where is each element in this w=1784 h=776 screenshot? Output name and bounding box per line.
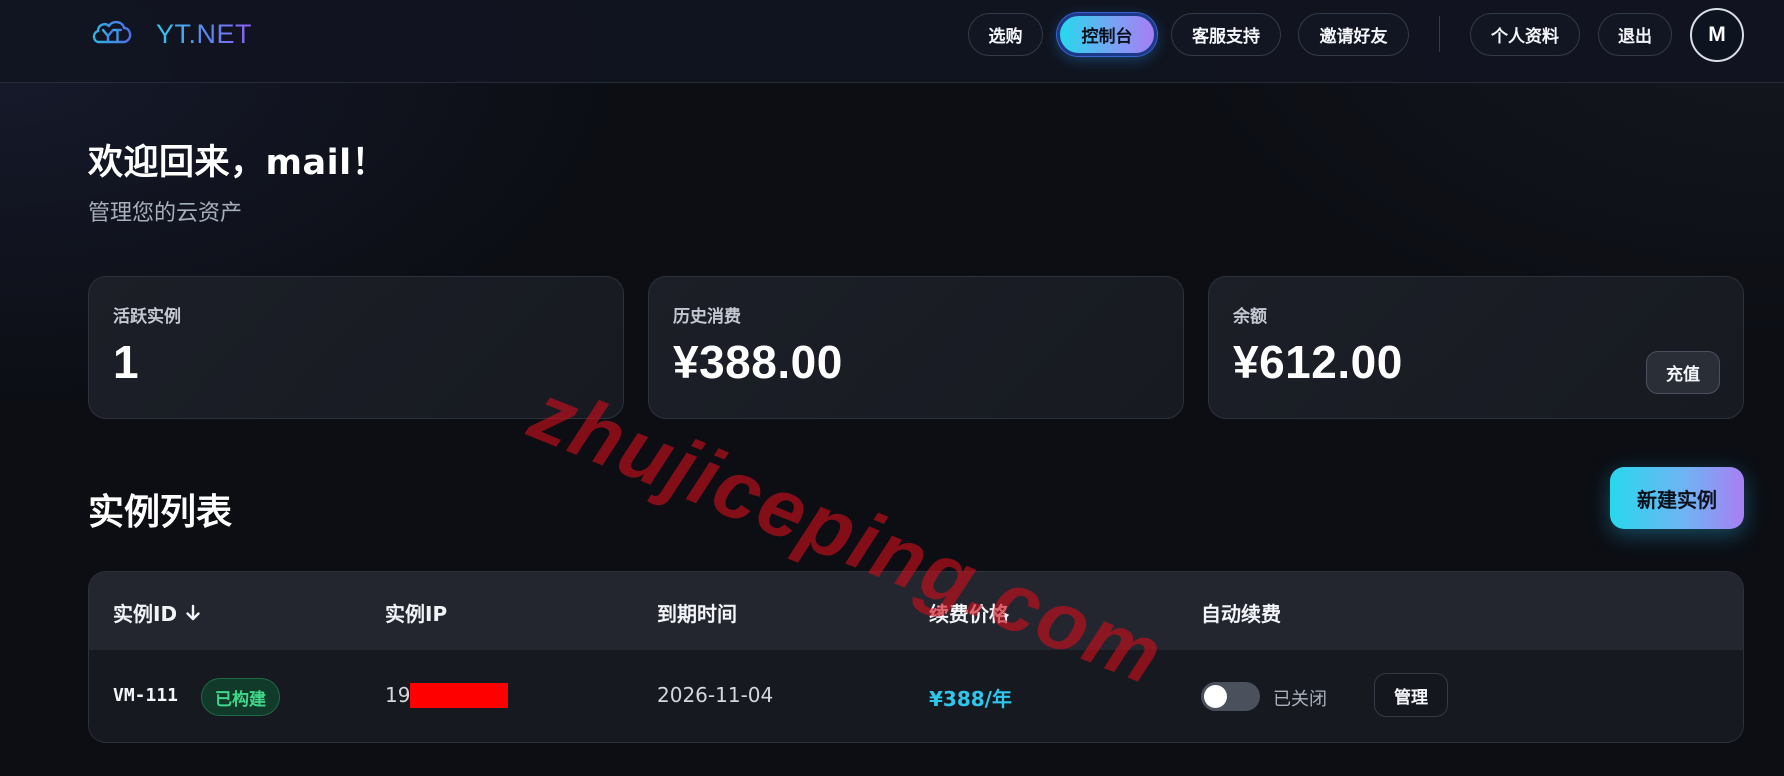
column-header-expiry: 到期时间 [657, 602, 737, 626]
column-header-auto-renew: 自动续费 [1201, 602, 1281, 626]
balance-label: 余额 [1233, 307, 1267, 327]
avatar[interactable]: M [1690, 8, 1744, 62]
column-header-instance-id[interactable]: 实例ID [113, 598, 201, 627]
page-subtitle: 管理您的云资产 [88, 201, 243, 226]
nav-invite-button[interactable]: 邀请好友 [1298, 13, 1409, 56]
instance-list-title: 实例列表 [88, 492, 233, 533]
status-badge: 已构建 [201, 678, 280, 716]
active-instances-label: 活跃实例 [113, 307, 181, 327]
auto-renew-status: 已关闭 [1273, 689, 1327, 710]
active-instances-card: 活跃实例 1 [88, 276, 624, 419]
top-navigation-bar: YT.NET 选购 控制台 客服支持 邀请好友 个人资料 退出 M [0, 0, 1784, 83]
nav-console-button[interactable]: 控制台 [1057, 13, 1157, 56]
table-row: VM-111 已构建 19 2026-11-04 ¥388/年 已关闭 管理 [89, 650, 1743, 742]
auto-renew-toggle[interactable] [1201, 682, 1260, 711]
recharge-button[interactable]: 充值 [1646, 351, 1720, 394]
total-spend-card: 历史消费 ¥388.00 [648, 276, 1184, 419]
column-header-instance-ip: 实例IP [385, 602, 448, 626]
column-header-label: 实例ID [113, 602, 178, 626]
new-instance-button[interactable]: 新建实例 [1610, 467, 1744, 529]
nav-divider [1439, 16, 1440, 52]
page-title: 欢迎回来，mail！ [88, 143, 388, 183]
profile-button[interactable]: 个人资料 [1470, 13, 1580, 56]
active-instances-value: 1 [113, 336, 140, 388]
manage-button[interactable]: 管理 [1374, 673, 1448, 717]
instance-table: 实例ID 实例IP 到期时间 续费价格 自动续费 VM-111 已构建 19 2… [88, 571, 1744, 743]
table-header: 实例ID 实例IP 到期时间 续费价格 自动续费 [89, 572, 1743, 650]
ip-redaction-block [410, 683, 508, 708]
toggle-knob [1204, 685, 1227, 708]
instance-ip: 19 [385, 683, 411, 707]
balance-value: ¥612.00 [1233, 336, 1403, 388]
nav-support-button[interactable]: 客服支持 [1171, 13, 1281, 56]
expiry-date: 2026-11-04 [657, 683, 774, 707]
renewal-price: ¥388/年 [929, 687, 1012, 711]
total-spend-label: 历史消费 [673, 307, 741, 327]
instance-id: VM-111 [113, 685, 179, 706]
arrow-down-icon [186, 604, 200, 620]
nav-shop-button[interactable]: 选购 [968, 13, 1043, 56]
cloud-logo-icon [92, 20, 132, 44]
column-header-renewal-price: 续费价格 [929, 602, 1009, 626]
balance-card: 余额 ¥612.00 充值 [1208, 276, 1744, 419]
logout-button[interactable]: 退出 [1598, 13, 1672, 56]
total-spend-value: ¥388.00 [673, 336, 843, 388]
brand-name: YT.NET [156, 18, 253, 49]
brand-logo[interactable]: YT.NET [90, 16, 252, 52]
